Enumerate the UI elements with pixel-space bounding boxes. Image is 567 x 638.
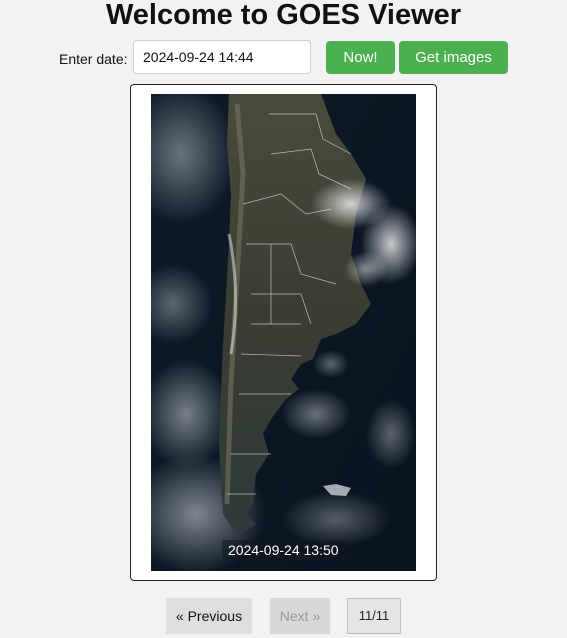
previous-button[interactable]: « Previous [166, 598, 252, 634]
satellite-image [151, 94, 416, 571]
image-counter: 11/11 [347, 598, 401, 634]
image-timestamp: 2024-09-24 13:50 [222, 540, 345, 560]
next-button[interactable]: Next » [270, 598, 330, 634]
date-input[interactable] [133, 40, 311, 74]
date-label: Enter date: [59, 51, 128, 67]
page-title: Welcome to GOES Viewer [105, 0, 462, 31]
get-images-button[interactable]: Get images [399, 41, 508, 74]
now-button[interactable]: Now! [326, 41, 395, 74]
